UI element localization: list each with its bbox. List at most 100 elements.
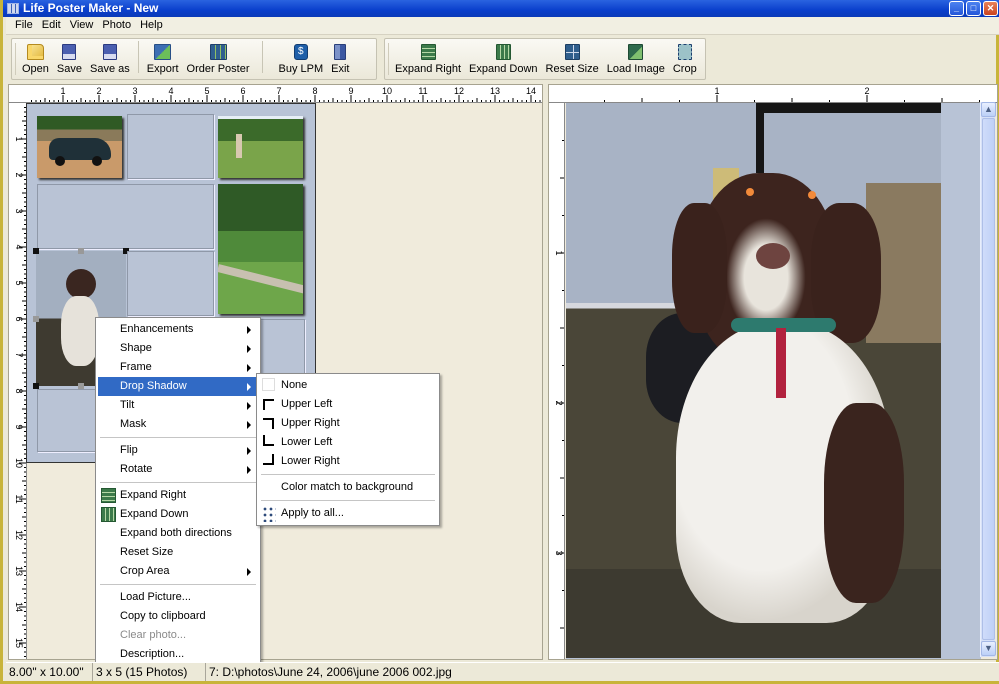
empty-photo-cell[interactable] <box>37 184 214 249</box>
ruler-label: 6 <box>14 316 24 321</box>
resize-handle[interactable] <box>33 316 39 322</box>
expand-right-icon <box>101 488 116 503</box>
menu-item-clear-photo[interactable]: Clear photo... <box>98 626 258 645</box>
horizontal-ruler: 1 2 3 4 5 6 7 8 9 10 11 12 13 14 <box>9 85 542 103</box>
submenu-arrow-icon <box>247 421 251 429</box>
open-button[interactable]: Open <box>18 44 53 75</box>
folder-open-icon <box>26 44 44 60</box>
toolbar-grip[interactable] <box>388 43 390 75</box>
status-poster-size: 8.00" x 10.00" <box>6 663 93 681</box>
empty-photo-cell[interactable] <box>127 114 214 179</box>
menu-help[interactable]: Help <box>137 17 169 34</box>
close-button[interactable]: ✕ <box>983 1 998 16</box>
submenu-arrow-icon <box>247 383 251 391</box>
status-layout: 3 x 5 (15 Photos) <box>93 663 206 681</box>
menu-item-load-picture[interactable]: Load Picture... <box>98 588 258 607</box>
menu-file[interactable]: File <box>12 17 39 34</box>
menu-item-mask[interactable]: Mask <box>98 415 258 434</box>
empty-photo-cell[interactable] <box>127 251 214 316</box>
menu-separator <box>100 482 256 483</box>
ruler-label: 1 <box>60 86 65 96</box>
ruler-label: 3 <box>132 86 137 96</box>
reset-size-button[interactable]: Reset Size <box>542 44 603 75</box>
ruler-label: 5 <box>204 86 209 96</box>
menu-photo[interactable]: Photo <box>99 17 137 34</box>
menu-item-apply-to-all[interactable]: Apply to all... <box>259 504 437 523</box>
app-window: Life Poster Maker - New _ □ ✕ File Edit … <box>0 0 999 684</box>
menu-separator <box>100 584 256 585</box>
resize-handle[interactable] <box>33 248 39 254</box>
menu-item-drop-shadow[interactable]: Drop Shadow <box>98 377 258 396</box>
ruler-label: 12 <box>14 530 24 540</box>
order-poster-button[interactable]: Order Poster <box>183 44 254 75</box>
menu-item-upper-right[interactable]: Upper Right <box>259 414 437 433</box>
ruler-label: 1 <box>554 250 564 255</box>
ruler-label: 2 <box>864 86 869 96</box>
toolbar-separator <box>261 41 263 73</box>
save-button[interactable]: Save <box>53 44 86 75</box>
toolbar-grip[interactable] <box>15 43 17 75</box>
menu-view[interactable]: View <box>67 17 100 34</box>
expand-right-button[interactable]: Expand Right <box>391 44 465 75</box>
minimize-button[interactable]: _ <box>949 1 964 16</box>
menu-item-reset-size[interactable]: Reset Size <box>98 543 258 562</box>
scroll-down-button[interactable]: ▼ <box>981 641 996 656</box>
buy-lpm-button[interactable]: $ Buy LPM <box>275 44 328 75</box>
ruler-label: 2 <box>554 400 564 405</box>
shadow-lower-left-icon <box>263 435 274 446</box>
submenu-arrow-icon <box>247 568 251 576</box>
dog-photo-preview[interactable] <box>566 103 941 658</box>
menu-item-rotate[interactable]: Rotate <box>98 460 258 479</box>
menu-item-tilt[interactable]: Tilt <box>98 396 258 415</box>
vertical-ruler: 123456789101112131415 <box>9 103 27 659</box>
export-icon <box>154 44 172 60</box>
menu-edit[interactable]: Edit <box>39 17 67 34</box>
menu-separator <box>100 437 256 438</box>
scroll-up-button[interactable]: ▲ <box>981 102 996 117</box>
ruler-label: 1 <box>14 136 24 141</box>
ruler-label: 7 <box>276 86 281 96</box>
photo-car[interactable] <box>37 116 122 178</box>
submenu-arrow-icon <box>247 466 251 474</box>
load-image-button[interactable]: Load Image <box>603 44 669 75</box>
expand-down-icon <box>101 507 116 522</box>
menu-item-flip[interactable]: Flip <box>98 441 258 460</box>
ruler-label: 1 <box>714 86 719 96</box>
menu-item-expand-right[interactable]: Expand Right <box>98 486 258 505</box>
ruler-label: 10 <box>14 458 24 468</box>
photo-golf-course[interactable] <box>218 184 303 314</box>
menu-item-upper-left[interactable]: Upper Left <box>259 395 437 414</box>
menu-item-enhancements[interactable]: Enhancements <box>98 320 258 339</box>
menu-item-none[interactable]: None <box>259 376 437 395</box>
exit-button[interactable]: Exit <box>327 44 353 75</box>
photo-golfer[interactable] <box>218 116 303 178</box>
scrollbar-thumb[interactable] <box>982 118 995 640</box>
ruler-label: 13 <box>490 86 500 96</box>
ruler-label: 11 <box>418 86 427 96</box>
menu-item-crop-area[interactable]: Crop Area <box>98 562 258 581</box>
vertical-scrollbar[interactable]: ▲ ▼ <box>980 102 996 657</box>
resize-handle[interactable] <box>78 248 84 254</box>
menu-item-color-match-to-background[interactable]: Color match to background <box>259 478 437 497</box>
preview-vertical-ruler: 1 2 3 <box>549 103 565 659</box>
crop-button[interactable]: Crop <box>669 44 701 75</box>
menu-item-lower-right[interactable]: Lower Right <box>259 452 437 471</box>
export-button[interactable]: Export <box>143 44 183 75</box>
menu-item-copy-to-clipboard[interactable]: Copy to clipboard <box>98 607 258 626</box>
shadow-upper-left-icon <box>263 399 274 410</box>
maximize-button[interactable]: □ <box>966 1 981 16</box>
floppy-disk-icon <box>62 44 77 60</box>
expand-down-icon <box>495 44 511 60</box>
no-shadow-icon <box>262 378 275 391</box>
ruler-label: 4 <box>14 244 24 249</box>
expand-down-button[interactable]: Expand Down <box>465 44 542 75</box>
ruler-label: 14 <box>14 602 24 612</box>
preview-horizontal-ruler: 12 <box>549 85 997 103</box>
menu-item-frame[interactable]: Frame <box>98 358 258 377</box>
save-as-button[interactable]: Save as <box>86 44 134 75</box>
drop-shadow-submenu: None Upper Left Upper Right Lower Left Lower… <box>256 373 440 526</box>
menu-item-expand-both-directions[interactable]: Expand both directions <box>98 524 258 543</box>
menu-item-shape[interactable]: Shape <box>98 339 258 358</box>
menu-item-lower-left[interactable]: Lower Left <box>259 433 437 452</box>
menu-item-expand-down[interactable]: Expand Down <box>98 505 258 524</box>
